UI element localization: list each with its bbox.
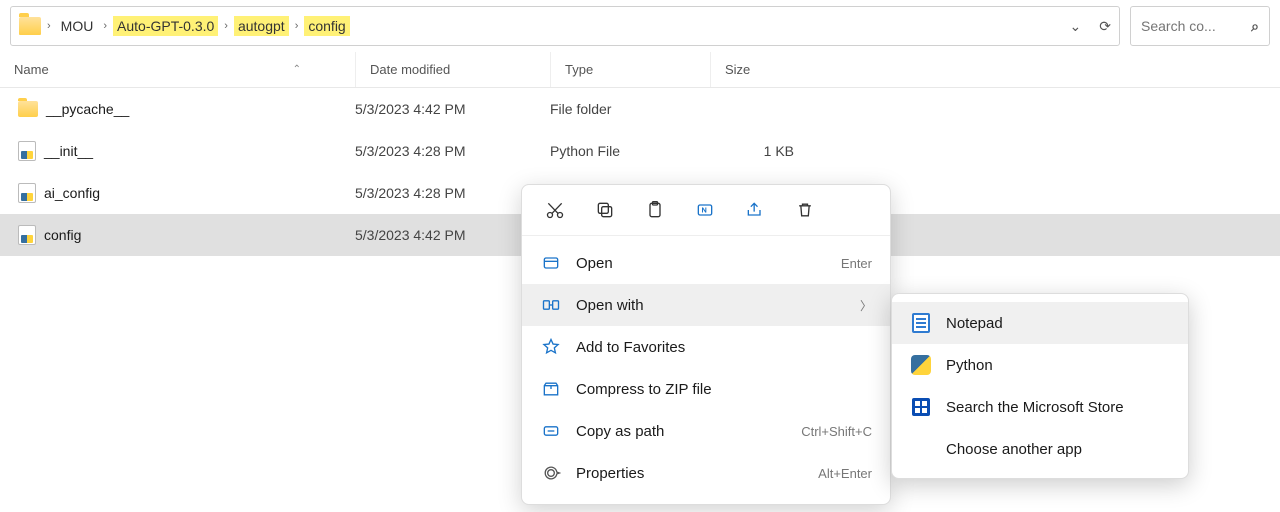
shortcut-label: Ctrl+Shift+C bbox=[801, 424, 872, 439]
submenu-item-label: Notepad bbox=[946, 315, 1003, 332]
file-row[interactable]: __init__ 5/3/2023 4:28 PM Python File 1 … bbox=[0, 130, 1280, 172]
chevron-down-icon[interactable]: ⌄ bbox=[1070, 18, 1082, 35]
file-date: 5/3/2023 4:28 PM bbox=[355, 143, 550, 159]
folder-icon bbox=[18, 101, 38, 117]
column-date[interactable]: Date modified bbox=[355, 52, 550, 87]
chevron-right-icon: › bbox=[47, 20, 51, 32]
props-icon bbox=[540, 462, 562, 484]
menu-item-label: Copy as path bbox=[576, 423, 664, 440]
file-type: Python File bbox=[550, 143, 710, 159]
file-date: 5/3/2023 4:42 PM bbox=[355, 101, 550, 117]
menu-item-open-with[interactable]: Open with 〉 bbox=[522, 284, 890, 326]
context-menu: Open Enter Open with 〉 Add to Favorites Compr… bbox=[521, 184, 891, 505]
share-icon[interactable] bbox=[744, 199, 766, 221]
refresh-icon[interactable]: ⟳ bbox=[1099, 18, 1111, 35]
chevron-right-icon: › bbox=[103, 20, 107, 32]
column-headers: Name⌃ Date modified Type Size bbox=[0, 52, 1280, 88]
menu-item-properties[interactable]: Properties Alt+Enter bbox=[522, 452, 890, 494]
folder-icon bbox=[19, 17, 41, 35]
star-icon bbox=[540, 336, 562, 358]
python-icon bbox=[911, 355, 931, 375]
delete-icon[interactable] bbox=[794, 199, 816, 221]
search-input[interactable] bbox=[1141, 18, 1231, 34]
address-bar[interactable]: › MOU › Auto-GPT-0.3.0 › autogpt › confi… bbox=[10, 6, 1120, 46]
paste-icon[interactable] bbox=[644, 199, 666, 221]
open-with-submenu: Notepad Python Search the Microsoft Store C… bbox=[891, 293, 1189, 479]
menu-item-label: Properties bbox=[576, 465, 644, 482]
openwith-icon bbox=[540, 294, 562, 316]
search-box[interactable]: ⌕ bbox=[1130, 6, 1270, 46]
cut-icon[interactable] bbox=[544, 199, 566, 221]
open-icon bbox=[540, 252, 562, 274]
breadcrumb-item[interactable]: config bbox=[304, 16, 349, 36]
python-file-icon bbox=[18, 141, 36, 161]
submenu-item-notepad[interactable]: Notepad bbox=[892, 302, 1188, 344]
chevron-right-icon: 〉 bbox=[860, 297, 872, 314]
notepad-icon bbox=[912, 313, 930, 333]
submenu-item-label: Choose another app bbox=[946, 441, 1082, 458]
file-type: File folder bbox=[550, 101, 710, 117]
zip-icon bbox=[540, 378, 562, 400]
menu-item-compress-to-zip-file[interactable]: Compress to ZIP file bbox=[522, 368, 890, 410]
menu-item-open[interactable]: Open Enter bbox=[522, 242, 890, 284]
submenu-item-label: Search the Microsoft Store bbox=[946, 399, 1124, 416]
sort-caret-icon: ⌃ bbox=[293, 64, 301, 75]
file-name: ai_config bbox=[44, 185, 100, 201]
python-file-icon bbox=[18, 183, 36, 203]
chevron-right-icon: › bbox=[295, 20, 299, 32]
file-row[interactable]: __pycache__ 5/3/2023 4:42 PM File folder bbox=[0, 88, 1280, 130]
submenu-item-search-the-microsoft-store[interactable]: Search the Microsoft Store bbox=[892, 386, 1188, 428]
file-name: config bbox=[44, 227, 81, 243]
path-icon bbox=[540, 420, 562, 442]
microsoft-store-icon bbox=[912, 398, 930, 416]
separator bbox=[522, 235, 890, 236]
menu-item-label: Compress to ZIP file bbox=[576, 381, 712, 398]
menu-item-label: Open bbox=[576, 255, 613, 272]
breadcrumb-item[interactable]: MOU bbox=[57, 16, 98, 36]
chevron-right-icon: › bbox=[224, 20, 228, 32]
shortcut-label: Enter bbox=[841, 256, 872, 271]
file-name: __init__ bbox=[44, 143, 93, 159]
copy-icon[interactable] bbox=[594, 199, 616, 221]
menu-item-copy-as-path[interactable]: Copy as path Ctrl+Shift+C bbox=[522, 410, 890, 452]
file-name: __pycache__ bbox=[46, 101, 129, 117]
breadcrumb-item[interactable]: Auto-GPT-0.3.0 bbox=[113, 16, 218, 36]
shortcut-label: Alt+Enter bbox=[818, 466, 872, 481]
rename-icon[interactable] bbox=[694, 199, 716, 221]
menu-item-label: Open with bbox=[576, 297, 644, 314]
column-name[interactable]: Name⌃ bbox=[0, 52, 355, 87]
column-type[interactable]: Type bbox=[550, 52, 710, 87]
toolbar: › MOU › Auto-GPT-0.3.0 › autogpt › confi… bbox=[0, 0, 1280, 52]
submenu-item-choose-another-app[interactable]: Choose another app bbox=[892, 428, 1188, 470]
python-file-icon bbox=[18, 225, 36, 245]
menu-item-add-to-favorites[interactable]: Add to Favorites bbox=[522, 326, 890, 368]
submenu-item-python[interactable]: Python bbox=[892, 344, 1188, 386]
breadcrumb-item[interactable]: autogpt bbox=[234, 16, 289, 36]
menu-item-label: Add to Favorites bbox=[576, 339, 685, 356]
submenu-item-label: Python bbox=[946, 357, 993, 374]
column-size[interactable]: Size bbox=[710, 52, 810, 87]
search-icon[interactable]: ⌕ bbox=[1251, 18, 1259, 35]
file-size: 1 KB bbox=[710, 143, 810, 159]
context-menu-quick-actions bbox=[522, 193, 890, 233]
